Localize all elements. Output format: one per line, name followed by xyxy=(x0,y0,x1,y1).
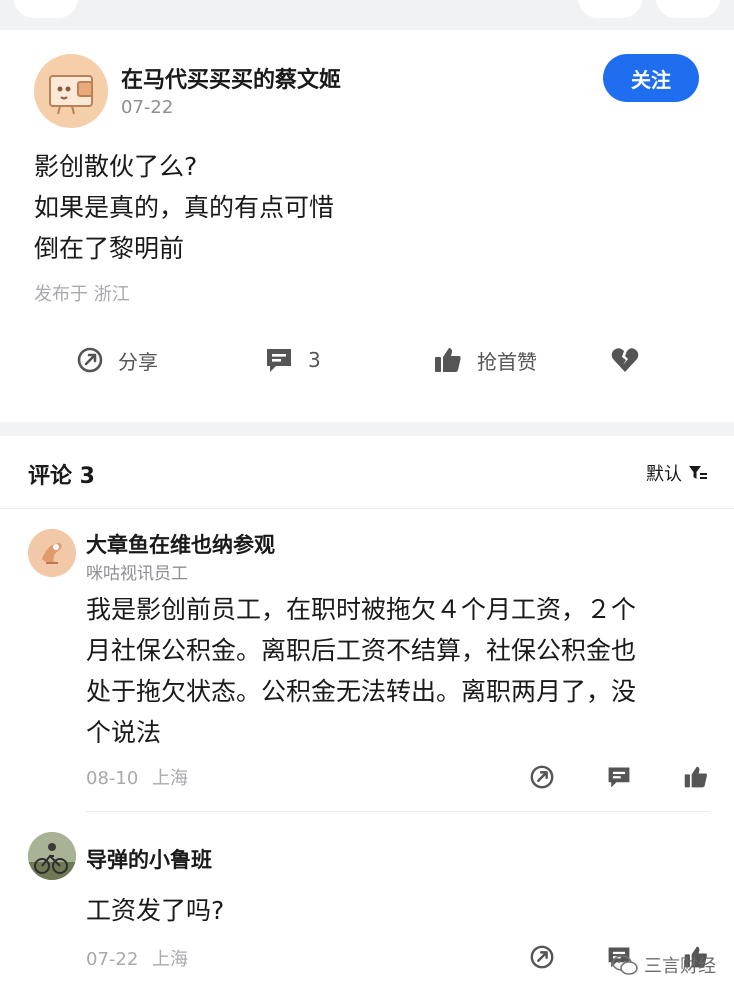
post-text-line: 影创散伙了么? xyxy=(34,152,198,181)
share-button[interactable]: 分享 xyxy=(76,340,158,380)
avatar[interactable] xyxy=(34,54,108,128)
cartoon-avatar-icon xyxy=(49,75,93,115)
share-icon xyxy=(77,347,103,373)
share-label: 分享 xyxy=(118,349,158,374)
post-card: 在马代买买买的蔡文姬 07-22 关注 影创散伙了么? 如果是真的，真的有点可惜… xyxy=(0,30,734,422)
comment-text-line: 工资发了吗? xyxy=(86,896,225,925)
thumbs-up-icon xyxy=(435,348,461,372)
comments-title: 评论 3 xyxy=(28,464,95,489)
comment-date: 08-10 xyxy=(86,768,139,789)
comment-text-line: 处于拖欠状态。公积金无法转出。离职两月了，没 xyxy=(86,677,637,706)
post-date: 07-22 xyxy=(121,97,174,118)
comment-location: 上海 xyxy=(152,949,189,970)
share-icon xyxy=(530,765,554,789)
comment-icon xyxy=(267,349,291,372)
top-button-right-1[interactable] xyxy=(578,0,642,18)
comment-author-title: 咪咕视讯员工 xyxy=(86,564,188,584)
photo-avatar-icon xyxy=(28,832,76,880)
sort-label: 默认 xyxy=(646,464,682,485)
sort-button[interactable]: 默认 xyxy=(646,460,708,486)
post-location: 发布于 浙江 xyxy=(34,284,130,305)
top-button-right-2[interactable] xyxy=(656,0,720,18)
comment-author[interactable]: 大章鱼在维也纳参观 xyxy=(86,529,275,559)
comment-date: 07-22 xyxy=(86,949,139,970)
comment-text-line: 月社保公积金。离职后工资不结算，社保公积金也 xyxy=(86,636,637,665)
comment-reply-button[interactable] xyxy=(605,763,633,791)
watermark-text: 三言财经 xyxy=(644,956,716,977)
comments-header: 评论 3 默认 xyxy=(0,436,734,508)
post-text-line: 倒在了黎明前 xyxy=(34,234,185,263)
thumbs-up-icon xyxy=(684,766,707,788)
comment-location: 上海 xyxy=(152,768,189,789)
like-button[interactable]: 抢首赞 xyxy=(433,340,537,380)
author-name[interactable]: 在马代买买买的蔡文姬 xyxy=(121,62,341,94)
top-strip xyxy=(0,0,734,30)
comment-count: 3 xyxy=(308,348,321,372)
comment-button[interactable]: 3 xyxy=(264,340,321,380)
post-text-line: 如果是真的，真的有点可惜 xyxy=(34,193,335,222)
cartoon-avatar-icon xyxy=(28,529,76,577)
comment-text-line: 我是影创前员工，在职时被拖欠４个月工资，２个 xyxy=(86,595,637,624)
filter-icon xyxy=(689,466,707,479)
comment-share-button[interactable] xyxy=(528,943,556,971)
comment-item: 大章鱼在维也纳参观 咪咕视讯员工 我是影创前员工，在职时被拖欠４个月工资，２个 … xyxy=(0,509,734,812)
section-divider xyxy=(0,422,734,436)
comment-meta: 08-10 上海 xyxy=(86,764,188,790)
follow-button[interactable]: 关注 xyxy=(603,54,699,102)
comment-meta: 07-22 上海 xyxy=(86,945,188,971)
dislike-button[interactable] xyxy=(610,340,654,380)
top-button-left[interactable] xyxy=(14,0,78,18)
like-label: 抢首赞 xyxy=(477,349,537,374)
broken-heart-icon xyxy=(611,348,639,372)
post-text: 影创散伙了么? 如果是真的，真的有点可惜 倒在了黎明前 xyxy=(34,146,334,269)
share-icon xyxy=(530,945,554,969)
wechat-icon xyxy=(612,955,638,975)
post-actions: 分享 3 抢首赞 xyxy=(0,340,734,380)
comment-avatar[interactable] xyxy=(28,832,76,880)
comment-text: 工资发了吗? xyxy=(86,890,710,931)
comment-avatar[interactable] xyxy=(28,529,76,577)
comment-like-button[interactable] xyxy=(682,763,710,791)
comment-text: 我是影创前员工，在职时被拖欠４个月工资，２个 月社保公积金。离职后工资不结算，社… xyxy=(86,589,710,753)
comment-author[interactable]: 导弹的小鲁班 xyxy=(86,844,212,874)
watermark: 三言财经 xyxy=(612,952,716,978)
comment-text-line: 个说法 xyxy=(86,718,162,747)
comment-share-button[interactable] xyxy=(528,763,556,791)
comment-icon xyxy=(608,767,630,788)
